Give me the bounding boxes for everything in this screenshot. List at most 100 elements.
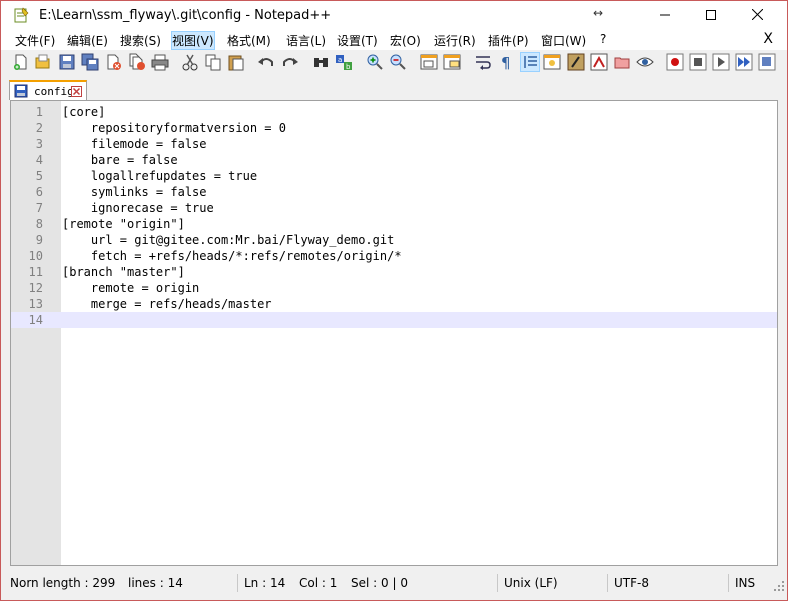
title-bar[interactable]: E:\Learn\ssm_flyway\.git\config - Notepa… [1,1,787,30]
menu-settings[interactable]: 设置(T) [337,32,378,49]
code-text[interactable]: symlinks = false [62,184,207,200]
close-all-icon[interactable] [128,53,146,71]
run-macro-multiple-icon[interactable] [735,53,753,71]
folder-workspace-icon[interactable] [590,53,608,71]
code-text[interactable]: [branch "master"] [62,264,185,280]
code-text[interactable]: [remote "origin"] [62,216,185,232]
editor-line[interactable]: 7 ignorecase = true [11,200,777,216]
save-all-icon[interactable] [81,53,99,71]
code-text[interactable]: remote = origin [62,280,199,296]
status-length: Norn length : 299 [10,576,116,590]
word-wrap-icon[interactable] [474,53,492,71]
maximize-button[interactable] [688,2,734,30]
line-number: 7 [35,201,43,215]
notepadpp-app-icon[interactable] [13,7,29,23]
menu-macro[interactable]: 宏(O) [390,32,421,49]
editor-line[interactable]: 3 filemode = false [11,136,777,152]
code-text[interactable]: fetch = +refs/heads/*:refs/remotes/origi… [62,248,402,264]
status-col: Col : 1 [299,576,338,590]
paste-icon[interactable] [227,53,245,71]
menu-plugins[interactable]: 插件(P) [488,32,529,49]
menu-format[interactable]: 格式(M) [227,32,271,49]
zoom-out-icon[interactable] [389,53,407,71]
status-divider [237,574,238,592]
toolbar: ab ¶ [1,50,787,76]
close-file-icon[interactable] [105,53,123,71]
open-file-icon[interactable] [34,53,52,71]
text-editor[interactable]: 1 [core] 2 repositoryformatversion = 03 fi… [10,100,778,566]
minimize-icon [660,14,670,16]
svg-text:b: b [346,63,351,71]
editor-line[interactable]: 10 fetch = +refs/heads/*:refs/remotes/or… [11,248,777,264]
editor-line[interactable]: 13 merge = refs/heads/master [11,296,777,312]
editor-line[interactable]: 9 url = git@gitee.com:Mr.bai/Flyway_demo… [11,232,777,248]
undo-icon[interactable] [257,53,275,71]
function-list-icon[interactable] [567,53,585,71]
menu-window[interactable]: 窗口(W) [541,32,586,49]
line-number: 6 [35,185,43,199]
line-number: 13 [28,297,43,311]
code-text[interactable]: repositoryformatversion = 0 [62,120,286,136]
status-insert-mode[interactable]: INS [735,574,755,592]
editor-line[interactable]: 11 [branch "master"] [11,264,777,280]
close-tab-icon[interactable] [71,86,82,97]
eye-icon[interactable] [636,53,654,71]
save-icon[interactable] [58,53,76,71]
sync-vertical-icon[interactable] [420,53,438,71]
line-number: 10 [28,249,43,263]
minimize-button[interactable] [642,2,688,30]
new-file-icon[interactable] [12,53,30,71]
replace-icon[interactable]: ab [335,53,353,71]
editor-line[interactable]: 1 [core] [11,104,777,120]
editor-line[interactable]: 6 symlinks = false [11,184,777,200]
line-number: 12 [28,281,43,295]
menu-language[interactable]: 语言(L) [286,32,326,49]
code-text[interactable]: ignorecase = true [62,200,214,216]
sync-horizontal-icon[interactable] [443,53,461,71]
code-text[interactable]: url = git@gitee.com:Mr.bai/Flyway_demo.g… [62,232,394,248]
indent-guide-icon[interactable] [520,52,540,72]
code-text[interactable]: logallrefupdates = true [62,168,257,184]
code-text[interactable]: merge = refs/heads/master [62,296,272,312]
status-sel: Sel : 0 | 0 [351,576,408,590]
monitoring-icon[interactable] [613,53,631,71]
code-text[interactable]: bare = false [62,152,178,168]
zoom-in-icon[interactable] [366,53,384,71]
editor-line[interactable]: 5 logallrefupdates = true [11,168,777,184]
menu-edit[interactable]: 编辑(E) [67,32,108,49]
menu-help[interactable]: ? [600,32,606,46]
svg-text:¶: ¶ [501,54,511,71]
editor-line[interactable]: 12 remote = origin [11,280,777,296]
record-macro-icon[interactable] [666,53,684,71]
tab-config[interactable]: config [9,80,87,100]
show-all-chars-icon[interactable]: ¶ [497,53,515,71]
find-icon[interactable] [312,53,330,71]
editor-line[interactable]: 14 [11,312,777,328]
status-eol[interactable]: Unix (LF) [504,574,558,592]
close-window-button[interactable] [734,2,780,30]
menu-run[interactable]: 运行(R) [434,32,476,49]
menu-search[interactable]: 搜索(S) [120,32,161,49]
editor-line[interactable]: 4 bare = false [11,152,777,168]
close-document-button[interactable]: X [763,31,773,47]
print-icon[interactable] [151,53,169,71]
play-macro-icon[interactable] [712,53,730,71]
menu-view[interactable]: 视图(V) [171,31,215,50]
document-map-icon[interactable] [543,53,561,71]
cut-icon[interactable] [181,53,199,71]
code-text[interactable]: [core] [62,104,105,120]
editor-line[interactable]: 8 [remote "origin"] [11,216,777,232]
status-encoding[interactable]: UTF-8 [614,574,649,592]
status-divider [607,574,608,592]
menu-bar: 文件(F) 编辑(E) 搜索(S) 视图(V) 格式(M) 语言(L) 设置(T… [1,30,787,50]
line-number: 9 [35,233,43,247]
save-macro-icon[interactable] [758,53,776,71]
redo-icon[interactable] [281,53,299,71]
code-text[interactable]: filemode = false [62,136,207,152]
editor-line[interactable]: 2 repositoryformatversion = 0 [11,120,777,136]
stop-macro-icon[interactable] [689,53,707,71]
resize-grip-icon[interactable] [773,580,785,592]
copy-icon[interactable] [204,53,222,71]
menu-file[interactable]: 文件(F) [15,32,55,49]
window-title: E:\Learn\ssm_flyway\.git\config - Notepa… [39,8,332,23]
